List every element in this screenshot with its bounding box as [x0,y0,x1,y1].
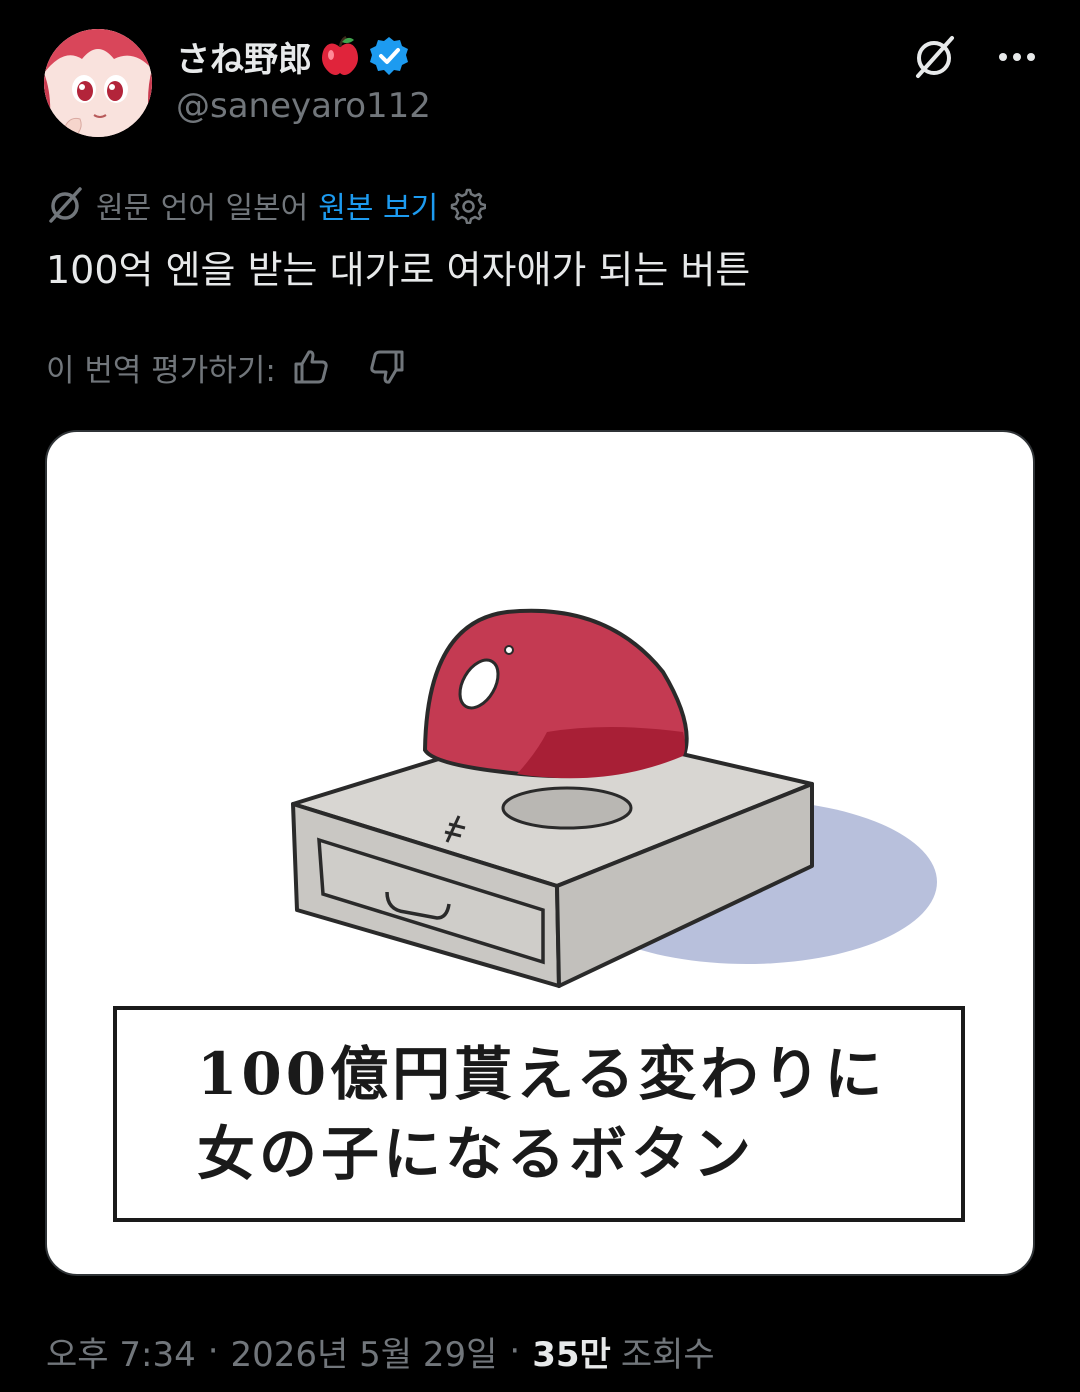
verified-badge[interactable] [368,35,410,77]
tweet-text: 100억 엔을 받는 대가로 여자애가 되는 버튼 [46,248,751,292]
separator-dot: · [509,1331,521,1371]
gear-icon[interactable] [448,186,487,224]
avatar[interactable] [44,29,152,137]
grok-icon [916,36,954,78]
rating-label: 이 번역 평가하기: [46,352,276,389]
caption-box: 100億円貰える変わりに 女の子になるボタン [113,1006,965,1222]
translation-info: 원문 언어 일본어 원본 보기 [46,183,487,227]
grok-translate-icon [49,187,82,223]
source-language-label: 원문 언어 일본어 [96,191,309,226]
verified-icon [370,37,408,75]
views-label: 조회수 [620,1334,715,1375]
thumbs-down-icon[interactable] [366,346,408,388]
post-date[interactable]: 2026년 5월 29일 [231,1327,498,1376]
author-name-row[interactable]: さね野郎 [176,30,410,82]
separator-dot: · [207,1331,219,1371]
tweet-meta: 오후 7:34 · 2026년 5월 29일 · 35만 조회수 [46,1326,715,1376]
thumbs-up-icon[interactable] [290,346,332,388]
more-options-button[interactable] [994,34,1040,80]
name-emoji [320,35,360,77]
caption-line-2: 女の子になるボタン [197,1120,756,1188]
post-time[interactable]: 오후 7:34 [46,1327,196,1376]
translation-rating: 이 번역 평가하기: [46,344,408,390]
views-count[interactable]: 35만 [532,1327,611,1376]
tweet-media-image[interactable]: 100億円貰える変わりに 女の子になるボタン [45,430,1035,1276]
view-original-link[interactable]: 원본 보기 [318,183,438,227]
author-display-name[interactable]: さね野郎 [176,32,312,81]
button-illustration [291,608,937,988]
more-icon [999,53,1035,61]
author-handle[interactable]: @saneyaro112 [176,86,431,126]
grok-button[interactable] [912,34,958,80]
caption-line-1: 100億円貰える変わりに [197,1040,887,1108]
apple-icon [322,35,358,75]
top-actions [912,34,1040,80]
avatar-image [44,29,152,137]
